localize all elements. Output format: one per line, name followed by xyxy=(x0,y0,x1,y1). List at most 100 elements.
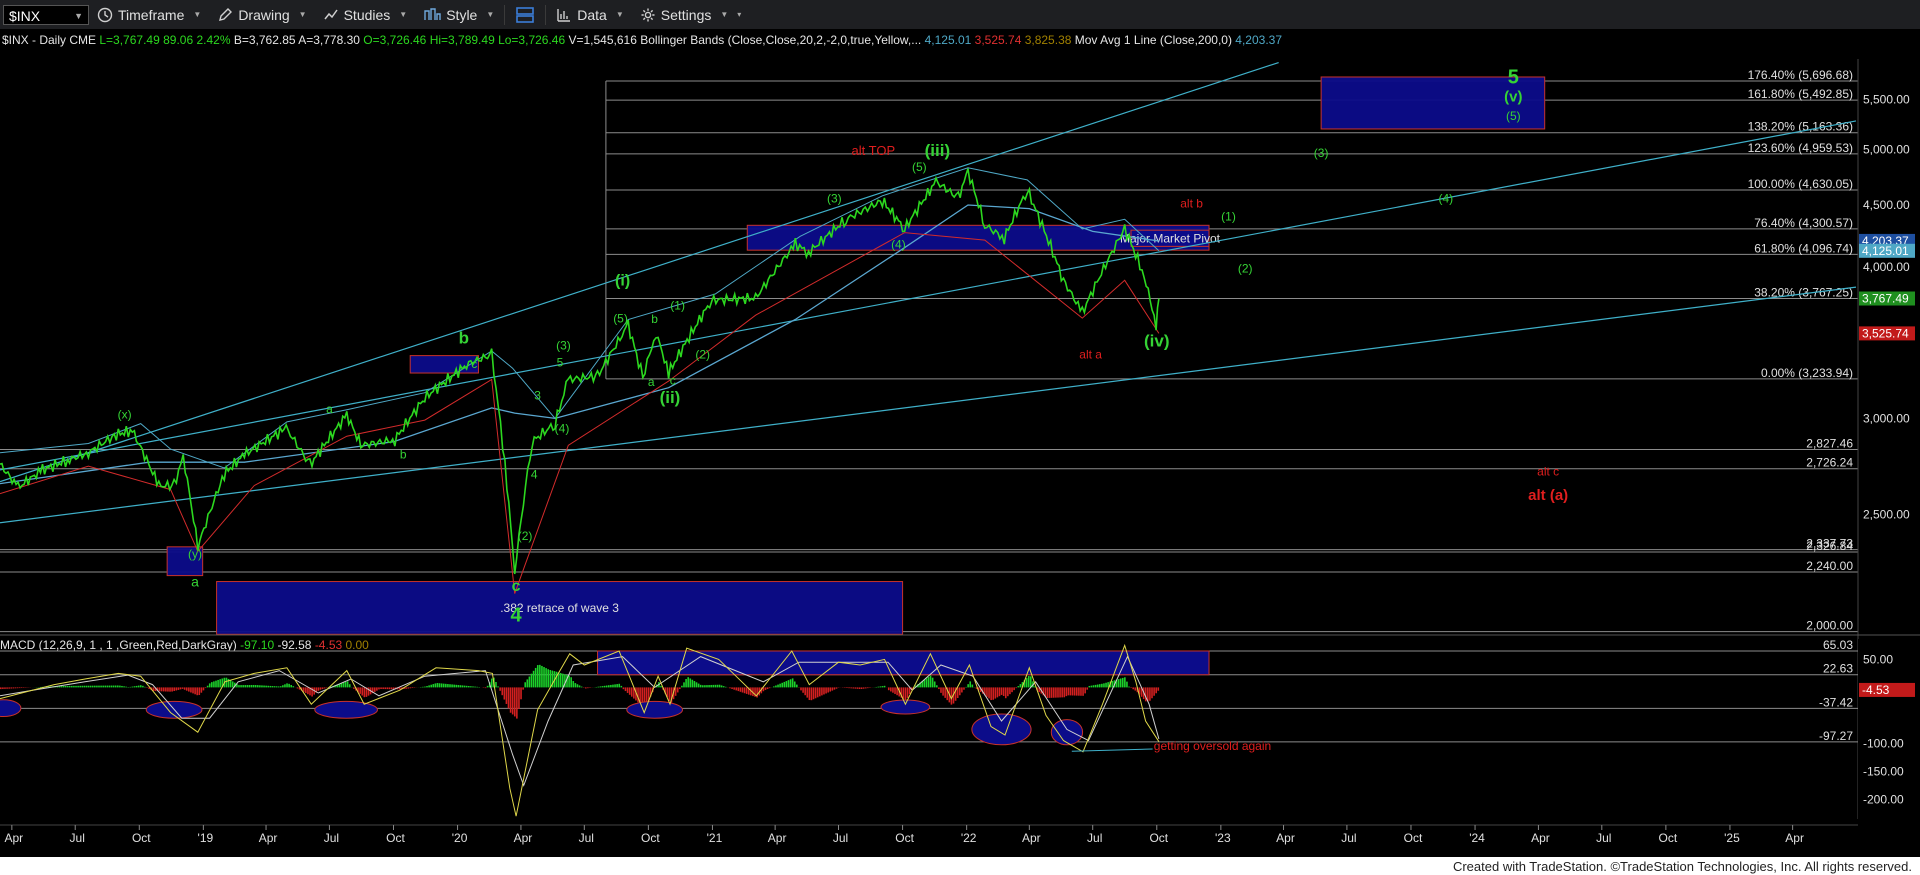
chevron-down-icon: ▼ xyxy=(298,10,307,19)
macd-histogram-bar xyxy=(432,684,435,688)
macd-histogram-bar xyxy=(183,687,186,690)
macd-histogram-bar xyxy=(204,687,207,689)
macd-histogram-bar xyxy=(2,687,4,689)
macd-histogram-bar xyxy=(610,684,612,688)
macd-histogram-bar xyxy=(100,685,102,688)
macd-histogram-bar xyxy=(618,683,621,688)
data-button[interactable]: Data ▼ xyxy=(548,0,632,29)
macd-histogram-bar xyxy=(810,687,813,701)
macd-histogram-bar xyxy=(436,683,439,688)
macd-histogram-bar xyxy=(407,687,410,689)
wave-label: alt a xyxy=(1079,348,1102,362)
macd-histogram-bar xyxy=(424,686,426,688)
macd-histogram-bar xyxy=(144,686,146,688)
macd-histogram-bar xyxy=(1057,687,1059,698)
macd-histogram-bar xyxy=(890,687,892,692)
oversold-ellipse xyxy=(1050,719,1084,746)
drawing-button[interactable]: Drawing ▼ xyxy=(209,0,314,29)
macd-histogram-bar xyxy=(699,684,702,688)
wave-label: 5 xyxy=(557,356,564,370)
macd-histogram-bar xyxy=(346,681,349,688)
macd-histogram-bar xyxy=(503,687,506,700)
macd-histogram-bar xyxy=(825,687,827,694)
macd-histogram-bar xyxy=(724,686,727,688)
oversold-ellipse xyxy=(971,713,1032,746)
settings-button[interactable]: Settings ▼ ▾ xyxy=(632,0,750,29)
macd-histogram-bar xyxy=(630,687,633,697)
studies-label: Studies xyxy=(343,6,391,23)
macd-histogram-bar xyxy=(777,684,779,688)
macd-histogram-bar xyxy=(806,687,809,698)
timeframe-button[interactable]: Timeframe ▼ xyxy=(89,0,209,29)
wave-label: (iii) xyxy=(925,141,951,160)
macd-histogram-bar xyxy=(96,685,98,688)
macd-histogram-bar xyxy=(936,685,938,688)
macd-tick-label: 50.00 xyxy=(1863,652,1893,666)
macd-histogram-bar xyxy=(77,685,79,688)
macd-histogram-bar xyxy=(867,687,869,689)
time-tick-label: Apr xyxy=(1276,831,1295,845)
macd-histogram-bar xyxy=(1101,683,1103,688)
macd-histogram-bar xyxy=(1117,679,1120,688)
style-button[interactable]: Style ▼ xyxy=(415,0,502,29)
wave-label: 4 xyxy=(531,468,538,482)
header-value: Bollinger Bands (Close,Close,20,2,-2,0,t… xyxy=(640,33,924,47)
macd-histogram-bar xyxy=(4,687,6,689)
macd-histogram-bar xyxy=(739,687,742,692)
macd-histogram-bar xyxy=(710,684,712,688)
header-value: Mov Avg 1 Line (Close,200,0) xyxy=(1075,33,1236,47)
macd-histogram-bar xyxy=(474,686,476,688)
data-label: Data xyxy=(577,6,607,23)
macd-histogram-bar xyxy=(1046,687,1049,699)
support-level-label: 2,000.00 xyxy=(1806,619,1853,633)
timeframe-label: Timeframe xyxy=(118,6,185,23)
macd-histogram-bar xyxy=(131,686,134,688)
macd-histogram-bar xyxy=(202,687,205,691)
macd-histogram-bar xyxy=(906,687,909,698)
macd-histogram-bar xyxy=(165,687,167,692)
price-tag-label: 3,525.74 xyxy=(1862,326,1909,340)
macd-histogram-bar xyxy=(1069,687,1072,696)
studies-button[interactable]: Studies ▼ xyxy=(315,0,416,29)
macd-histogram-bar xyxy=(110,685,113,688)
macd-header-value: -97.10 xyxy=(240,638,277,652)
macd-histogram-bar xyxy=(137,685,140,688)
macd-histogram-bar xyxy=(275,686,278,688)
layout-button[interactable] xyxy=(507,0,543,29)
macd-histogram-bar xyxy=(1027,676,1030,688)
macd-histogram-bar xyxy=(468,686,470,688)
macd-histogram-bar xyxy=(783,681,786,688)
macd-histogram-bar xyxy=(568,675,570,688)
macd-histogram-bar xyxy=(64,685,67,688)
wave-label: (2) xyxy=(1238,261,1253,275)
macd-histogram-bar xyxy=(887,687,890,691)
wave-label: b xyxy=(400,447,407,461)
wave-label: (4) xyxy=(891,237,906,251)
chart-area[interactable]: $INX - Daily CME L=3,767.49 89.06 2.42% … xyxy=(0,29,1920,857)
time-tick-label: '19 xyxy=(198,831,214,845)
macd-histogram-bar xyxy=(520,687,522,700)
macd-histogram-bar xyxy=(850,687,852,689)
wave-label: a xyxy=(648,375,655,389)
symbol-selector[interactable]: $INX ▼ xyxy=(3,4,89,25)
time-tick-label: Oct xyxy=(641,831,660,845)
macd-histogram-bar xyxy=(1121,677,1124,688)
fib-level-label: 38.20% (3,767.25) xyxy=(1754,286,1853,300)
macd-histogram-bar xyxy=(388,687,391,690)
macd-histogram-bar xyxy=(1030,676,1032,688)
macd-histogram-bar xyxy=(399,687,401,690)
macd-histogram-bar xyxy=(361,687,364,696)
macd-histogram-bar xyxy=(250,685,253,688)
macd-histogram-bar xyxy=(819,687,821,697)
macd-histogram-bar xyxy=(990,687,992,701)
wave-label: c xyxy=(512,578,521,595)
macd-histogram-bar xyxy=(779,683,781,688)
macd-level-label: -37.42 xyxy=(1819,695,1853,709)
macd-histogram-bar xyxy=(961,687,963,693)
macd-histogram-bar xyxy=(992,687,995,700)
macd-histogram-bar xyxy=(743,687,746,694)
macd-histogram-bar xyxy=(1134,687,1137,691)
macd-histogram-bar xyxy=(211,682,213,688)
macd-histogram-bar xyxy=(461,685,464,688)
macd-histogram-bar xyxy=(342,682,345,688)
